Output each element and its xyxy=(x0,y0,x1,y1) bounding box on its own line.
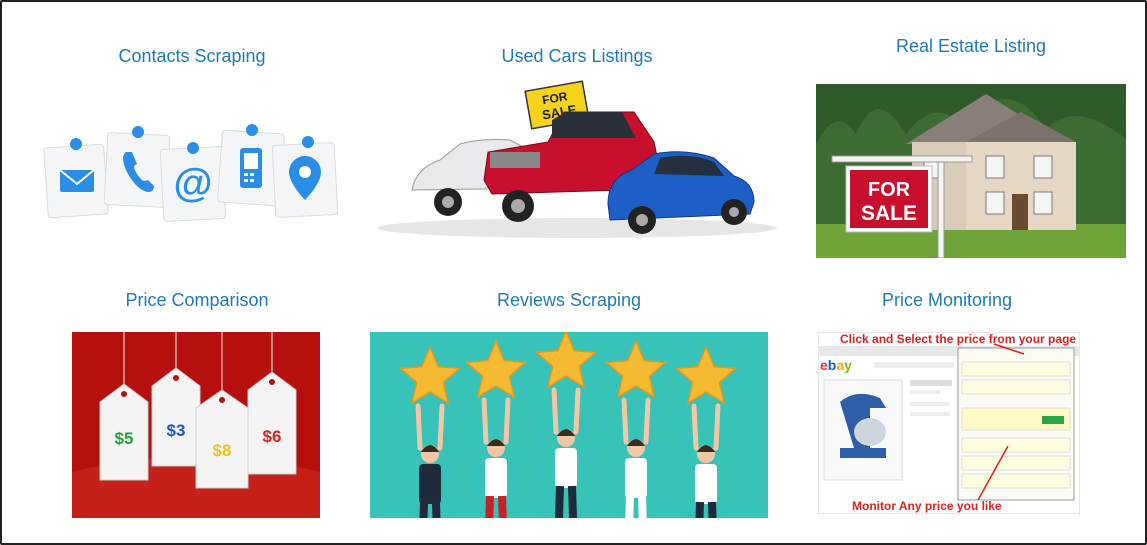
card-used-cars-listings[interactable]: Used Cars Listings FOR SALE xyxy=(372,42,782,242)
phone-note xyxy=(103,126,171,208)
price-tags-image[interactable]: $5 $3 $8 $6 xyxy=(72,332,320,518)
price-tag: $6 xyxy=(247,371,297,475)
page-frame: Contacts Scraping @ Used Cars Listings F… xyxy=(0,0,1147,545)
price-tag: $3 xyxy=(151,367,201,467)
card-title[interactable]: Price Comparison xyxy=(70,290,324,311)
tag-price: $6 xyxy=(263,427,282,446)
card-price-monitoring[interactable]: Price Monitoring ebay Click and Select t… xyxy=(814,286,1080,520)
house-image[interactable]: FOR SALE xyxy=(816,84,1126,258)
card-real-estate-listing[interactable]: Real Estate Listing FOR SALE xyxy=(814,32,1128,260)
tag-price: $5 xyxy=(115,429,134,448)
email-note xyxy=(43,138,109,219)
card-title[interactable]: Real Estate Listing xyxy=(814,36,1128,57)
mobile-icon xyxy=(240,148,262,188)
reviews-image[interactable] xyxy=(370,332,768,518)
cars-image[interactable]: FOR SALE xyxy=(372,80,782,242)
mixer-image xyxy=(823,379,903,481)
sign-text-line2: SALE xyxy=(861,202,917,225)
ebay-logo: ebay xyxy=(820,357,852,373)
card-contacts-scraping[interactable]: Contacts Scraping @ xyxy=(42,42,342,242)
tag-price: $8 xyxy=(213,441,232,460)
price-tag: $5 xyxy=(99,383,149,481)
card-title[interactable]: Used Cars Listings xyxy=(372,46,782,67)
price-tag: $8 xyxy=(195,389,249,489)
at-icon: @ xyxy=(173,161,212,205)
card-price-comparison[interactable]: Price Comparison $5 $3 $8 $6 xyxy=(70,286,324,520)
at-note: @ xyxy=(159,142,227,222)
top-caption: Click and Select the price from your pag… xyxy=(840,332,1076,346)
card-title[interactable]: Reviews Scraping xyxy=(368,290,770,311)
contacts-image[interactable]: @ xyxy=(42,122,342,242)
location-note xyxy=(271,136,339,218)
price-monitoring-image[interactable]: ebay Click and Select the price from you… xyxy=(818,332,1080,514)
tag-price: $3 xyxy=(167,421,186,440)
extension-popup xyxy=(957,347,1075,501)
sign-text-line1: FOR xyxy=(868,179,911,201)
email-icon xyxy=(59,169,95,192)
card-reviews-scraping[interactable]: Reviews Scraping xyxy=(368,286,770,520)
bottom-caption: Monitor Any price you like xyxy=(852,499,1002,513)
card-title[interactable]: Price Monitoring xyxy=(814,290,1080,311)
card-title[interactable]: Contacts Scraping xyxy=(42,46,342,67)
